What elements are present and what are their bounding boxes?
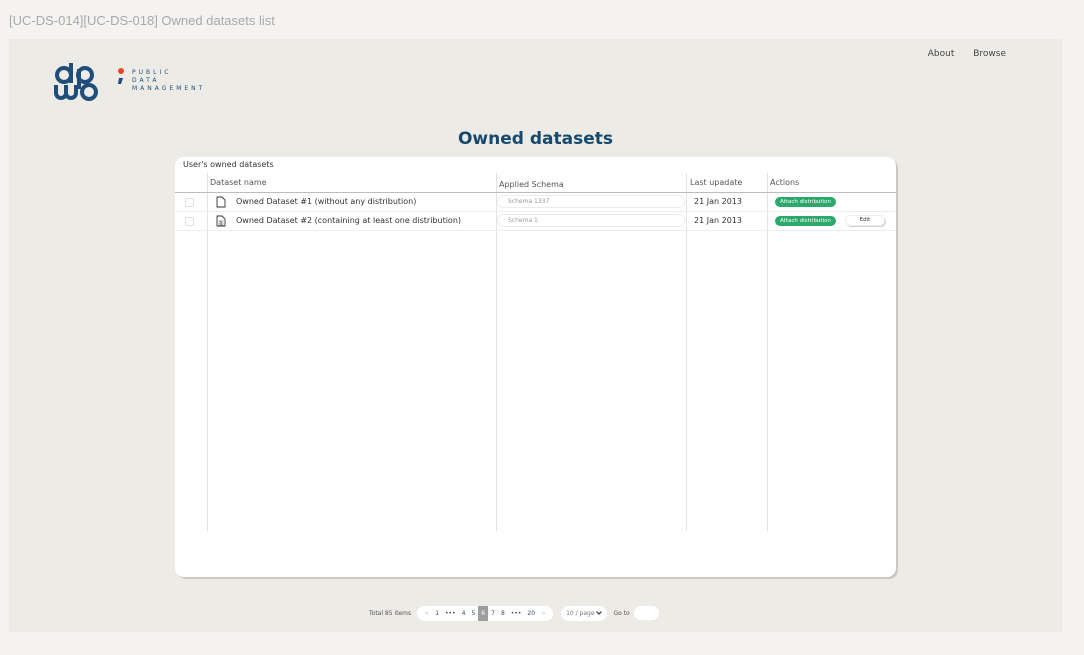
page-ellipsis[interactable]: ••• — [442, 610, 459, 617]
datasets-table-card: User's owned datasets Dataset name Appli… — [175, 157, 896, 577]
goto-input[interactable] — [633, 606, 659, 620]
page-button[interactable]: 1 — [432, 610, 442, 617]
dataset-name[interactable]: Owned Dataset #1 (without any distributi… — [236, 197, 416, 206]
file-with-data-icon — [216, 215, 226, 227]
dataset-name[interactable]: Owned Dataset #2 (containing at least on… — [236, 216, 461, 225]
logo-accent-icon — [116, 67, 126, 90]
column-header-schema[interactable]: Applied Schema — [499, 180, 564, 189]
table-header: Dataset name Applied Schema Last upadate… — [175, 173, 896, 193]
row-checkbox[interactable] — [185, 217, 194, 226]
logo[interactable]: PUBLIC DATA MANAGEMENT — [54, 59, 234, 103]
page-size-select[interactable]: 10 / page — [561, 605, 608, 621]
goto-label: Go to — [613, 609, 630, 617]
page-button[interactable]: 7 — [488, 610, 498, 617]
schema-field[interactable]: Schema 1337 — [497, 195, 685, 208]
last-update: 21 Jan 2013 — [694, 216, 742, 225]
schema-field[interactable]: Schema 1 — [497, 214, 685, 227]
chevron-down-icon — [596, 610, 603, 615]
page-list: < 1 ••• 4 5 6 7 8 ••• 20 > — [417, 605, 554, 621]
page-button-active[interactable]: 6 — [478, 605, 489, 621]
page-button[interactable]: 5 — [468, 610, 478, 617]
table-caption: User's owned datasets — [183, 160, 274, 169]
nav-browse-link[interactable]: Browse — [973, 49, 1006, 59]
nav-about-link[interactable]: About — [928, 49, 955, 59]
row-checkbox[interactable] — [185, 198, 194, 207]
edit-button[interactable]: Edit — [845, 215, 885, 226]
attach-distribution-button[interactable]: Attach distribution — [775, 216, 836, 226]
last-update: 21 Jan 2013 — [694, 197, 742, 206]
pagination: Total 85 items < 1 ••• 4 5 6 7 8 ••• 20 … — [369, 605, 659, 621]
column-header-updated[interactable]: Last upadate — [690, 178, 742, 187]
page-title: Owned datasets — [457, 129, 613, 149]
column-header-name[interactable]: Dataset name — [210, 178, 267, 187]
file-icon — [216, 196, 226, 208]
attach-distribution-button[interactable]: Attach distribution — [775, 197, 836, 207]
page-button[interactable]: 4 — [459, 610, 469, 617]
top-nav: About Browse — [912, 49, 1006, 59]
logo-mark — [54, 61, 110, 101]
app-canvas: About Browse PUBLIC DATA MANAGEMENT Owne… — [9, 39, 1062, 632]
next-page-button[interactable]: > — [538, 610, 549, 617]
column-header-actions: Actions — [770, 178, 800, 187]
prev-page-button[interactable]: < — [421, 610, 432, 617]
frame-title: [UC-DS-014][UC-DS-018] Owned datasets li… — [9, 13, 275, 28]
logo-text: PUBLIC DATA MANAGEMENT — [132, 69, 206, 92]
table-row[interactable]: Owned Dataset #2 (containing at least on… — [175, 212, 896, 231]
page-ellipsis[interactable]: ••• — [508, 610, 525, 617]
total-items: Total 85 items — [369, 609, 412, 617]
page-button[interactable]: 8 — [498, 610, 508, 617]
table-row[interactable]: Owned Dataset #1 (without any distributi… — [175, 193, 896, 212]
page-button[interactable]: 20 — [524, 610, 538, 617]
